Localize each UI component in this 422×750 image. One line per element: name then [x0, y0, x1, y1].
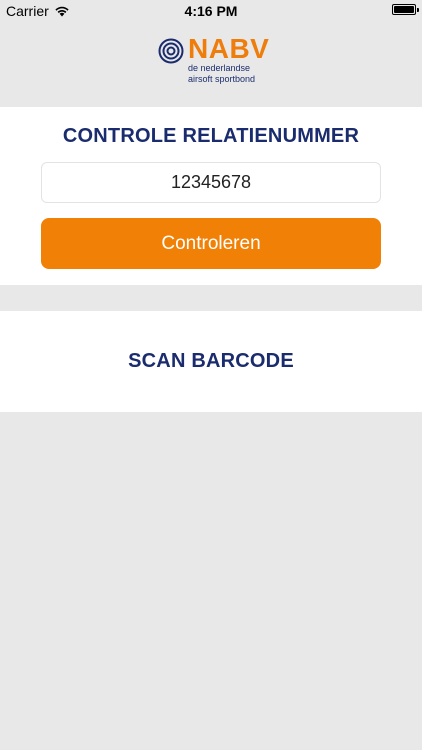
status-bar: Carrier 4:16 PM — [0, 0, 422, 22]
logo-tagline-line1: de nederlandse — [188, 63, 251, 73]
check-relation-number-card: CONTROLE RELATIENUMMER Controleren — [0, 107, 422, 285]
battery-icon — [392, 4, 419, 15]
logo-name: NABV — [188, 33, 270, 64]
relation-number-input[interactable] — [41, 162, 381, 203]
status-right — [392, 4, 419, 15]
scan-barcode-button[interactable]: SCAN BARCODE — [0, 311, 422, 412]
logo-text: NABV de nederlandse airsoft sportbond — [188, 33, 270, 85]
check-section-title: CONTROLE RELATIENUMMER — [62, 125, 360, 147]
check-button[interactable]: Controleren — [41, 218, 381, 269]
app-screen: Carrier 4:16 PM NABV de nederlandse airs… — [0, 0, 422, 750]
logo-tagline-line2: airsoft sportbond — [188, 74, 256, 84]
status-time: 4:16 PM — [184, 3, 238, 19]
logo-header: NABV de nederlandse airsoft sportbond — [0, 22, 422, 107]
scan-barcode-label: SCAN BARCODE — [128, 350, 294, 372]
target-logo-icon — [158, 38, 184, 64]
nabv-logo: NABV de nederlandse airsoft sportbond — [158, 33, 270, 85]
